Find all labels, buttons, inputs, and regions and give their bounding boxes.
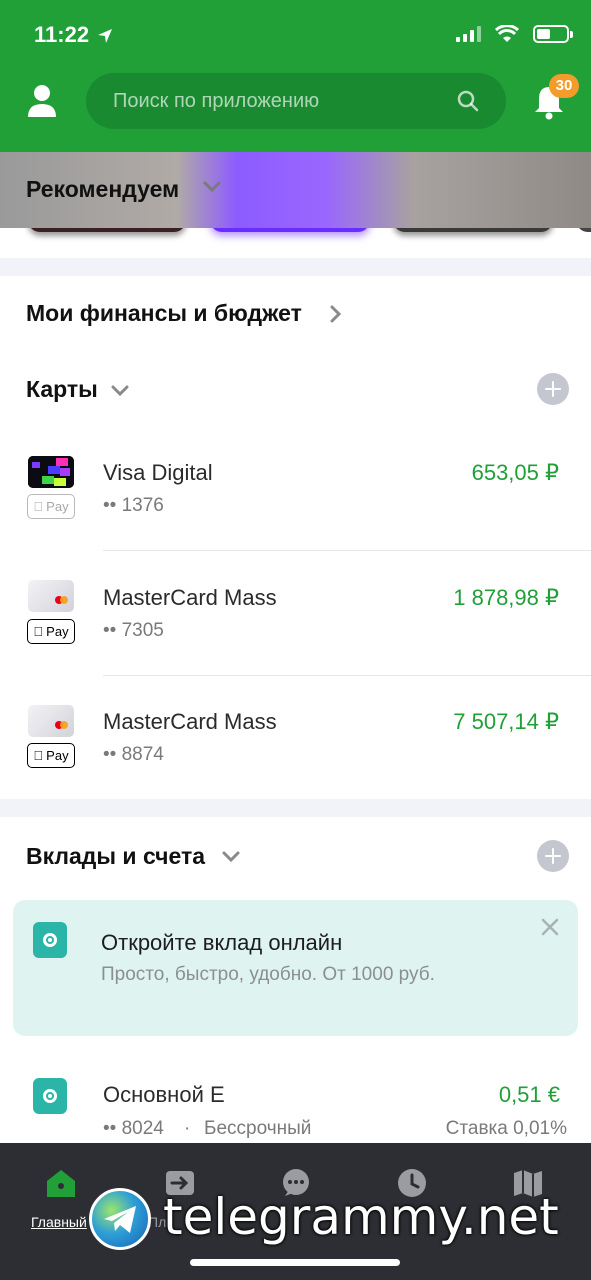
card-name: Visa Digital [103, 460, 213, 485]
chevron-down-icon [111, 385, 129, 397]
tab-home-label[interactable]: Главный [31, 1214, 87, 1230]
recommend-cards [0, 228, 591, 258]
chevron-down-icon [203, 181, 221, 193]
cards-title[interactable]: Карты [26, 376, 98, 403]
card-thumbnail [28, 456, 74, 488]
battery-icon [533, 25, 573, 43]
section-divider [0, 799, 591, 817]
recommend-card[interactable] [28, 228, 186, 232]
apple-pay-badge: Pay [27, 743, 75, 768]
status-icons [456, 25, 573, 43]
home-icon[interactable] [44, 1166, 78, 1200]
promo-subtitle: Просто, быстро, удобно. От 1000 руб. [101, 964, 435, 985]
account-name: Основной Е [103, 1082, 225, 1107]
card-row[interactable] [0, 428, 591, 552]
chevron-right-icon [330, 305, 342, 323]
card-row[interactable] [0, 677, 591, 801]
row-separator [103, 675, 591, 676]
safe-icon [33, 1078, 67, 1114]
account-rate: Ставка 0,01% [445, 1118, 567, 1139]
watermark-text: telegrammy.net [163, 1188, 559, 1246]
card-number: •• 1376 [103, 495, 164, 516]
account-balance: 0,51 € [498, 1082, 560, 1107]
account-separator: · [184, 1118, 191, 1139]
status-time: 11:22 [34, 22, 90, 47]
location-arrow-icon [98, 29, 112, 43]
card-name: MasterCard Mass [103, 585, 277, 610]
row-separator [103, 550, 591, 551]
deposits-title[interactable]: Вклады и счета [26, 843, 205, 870]
card-thumbnail [28, 580, 74, 612]
profile-icon[interactable] [26, 84, 58, 118]
telegram-logo-watermark [89, 1188, 151, 1250]
section-divider [0, 258, 591, 276]
chevron-down-icon [222, 851, 240, 863]
add-card-button[interactable] [537, 373, 569, 405]
account-term: Бессрочный [204, 1118, 312, 1139]
card-thumbnail [28, 705, 74, 737]
apple-pay-badge: Pay [27, 619, 75, 644]
signal-icon [456, 26, 481, 42]
apple-icon:  [33, 748, 43, 763]
card-row[interactable] [0, 552, 591, 676]
card-balance: 653,05 ₽ [471, 460, 559, 485]
recommend-title[interactable]: Рекомендуем [26, 176, 179, 203]
card-number: •• 8874 [103, 744, 164, 765]
wifi-icon [495, 25, 519, 42]
card-number: •• 7305 [103, 620, 164, 641]
notification-badge: 30 [549, 74, 579, 98]
card-balance: 1 878,98 ₽ [453, 585, 559, 610]
search-input[interactable]: Поиск по приложению [86, 73, 506, 129]
apple-icon:  [33, 624, 43, 639]
home-indicator [190, 1259, 400, 1266]
promo-title: Откройте вклад онлайн [101, 930, 343, 955]
finance-link[interactable]: Мои финансы и бюджет [26, 300, 302, 327]
safe-icon [33, 922, 67, 958]
card-balance: 7 507,14 ₽ [453, 709, 559, 734]
search-icon [457, 90, 479, 112]
apple-icon:  [33, 499, 43, 514]
recommend-card[interactable] [393, 228, 553, 232]
recommend-card[interactable] [210, 228, 370, 232]
close-icon[interactable] [541, 918, 559, 936]
card-name: MasterCard Mass [103, 709, 277, 734]
add-deposit-button[interactable] [537, 840, 569, 872]
apple-pay-badge: Pay [27, 494, 75, 519]
account-number: •• 8024 [103, 1118, 164, 1139]
recommend-card[interactable] [576, 228, 591, 232]
search-placeholder: Поиск по приложению [113, 89, 320, 112]
